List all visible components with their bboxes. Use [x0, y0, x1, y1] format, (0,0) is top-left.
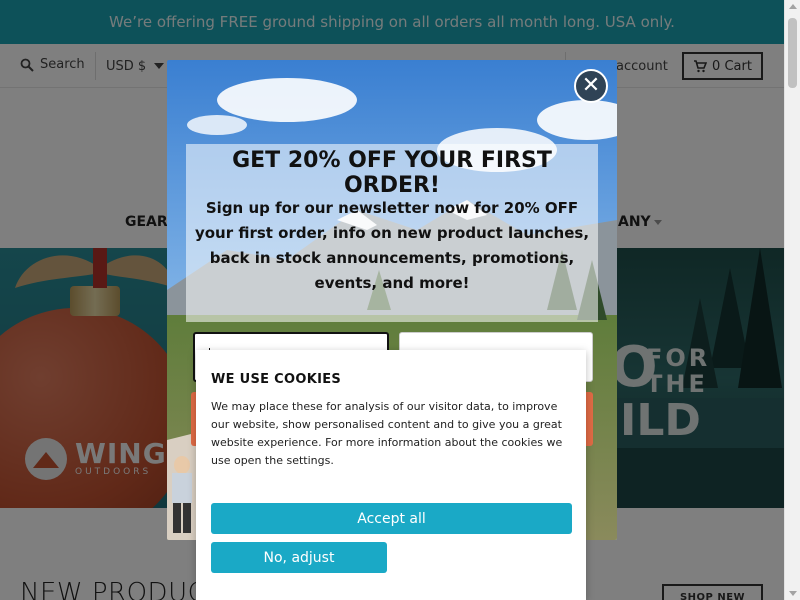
scroll-down-icon[interactable] — [789, 591, 797, 596]
close-popup-button[interactable]: ✕ — [574, 69, 608, 103]
promo-title: GET 20% OFF YOUR FIRST ORDER! — [232, 148, 552, 198]
adjust-button[interactable]: No, adjust — [211, 542, 387, 573]
scrollbar[interactable] — [784, 0, 800, 600]
cookie-text: We may place these for analysis of our v… — [211, 400, 563, 467]
scroll-up-icon[interactable] — [789, 4, 797, 9]
cookie-title: WE USE COOKIES — [211, 372, 342, 387]
cookie-consent-dialog: WE USE COOKIES We may place these for an… — [196, 350, 586, 600]
promo-subtitle: Sign up for our newsletter now for 20% O… — [194, 199, 590, 292]
close-icon: ✕ — [581, 73, 601, 98]
promo-panel: GET 20% OFF YOUR FIRST ORDER! Sign up fo… — [186, 144, 598, 322]
scrollbar-thumb[interactable] — [788, 18, 797, 88]
accept-all-button[interactable]: Accept all — [211, 503, 572, 534]
